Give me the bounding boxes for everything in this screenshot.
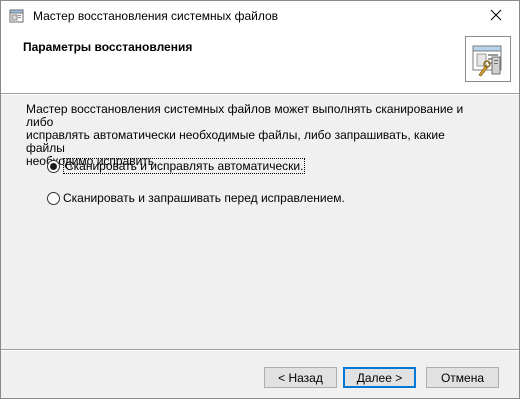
radio-button[interactable] — [47, 191, 60, 205]
back-button[interactable]: < Назад — [264, 367, 337, 388]
close-button[interactable] — [473, 1, 519, 32]
wizard-icon — [9, 8, 25, 24]
computer-wrench-icon — [466, 45, 510, 84]
next-button[interactable]: Далее > — [343, 367, 416, 388]
title-bar[interactable]: Мастер восстановления системных файлов — [1, 1, 519, 32]
window-title: Мастер восстановления системных файлов — [33, 9, 279, 23]
cancel-button[interactable]: Отмена — [426, 367, 499, 388]
description-line: исправлять автоматически необходимые фай… — [26, 128, 445, 155]
header-divider-highlight — [1, 94, 519, 95]
option-label: Сканировать и запрашивать перед исправле… — [63, 191, 345, 205]
description-line: Мастер восстановления системных файлов м… — [26, 102, 464, 129]
radio-button-selected[interactable] — [47, 159, 60, 173]
footer-divider-highlight — [1, 350, 519, 351]
header-icon-frame — [465, 36, 511, 82]
page-title: Параметры восстановления — [23, 40, 193, 54]
wizard-header: Параметры восстановления — [1, 32, 519, 93]
option-auto-fix[interactable]: Сканировать и исправлять автоматически. — [47, 158, 306, 174]
option-ask-before-fix[interactable]: Сканировать и запрашивать перед исправле… — [47, 191, 345, 205]
wizard-window: Мастер восстановления системных файлов П… — [0, 0, 520, 399]
option-label: Сканировать и исправлять автоматически. — [63, 158, 306, 174]
close-icon — [490, 9, 502, 24]
